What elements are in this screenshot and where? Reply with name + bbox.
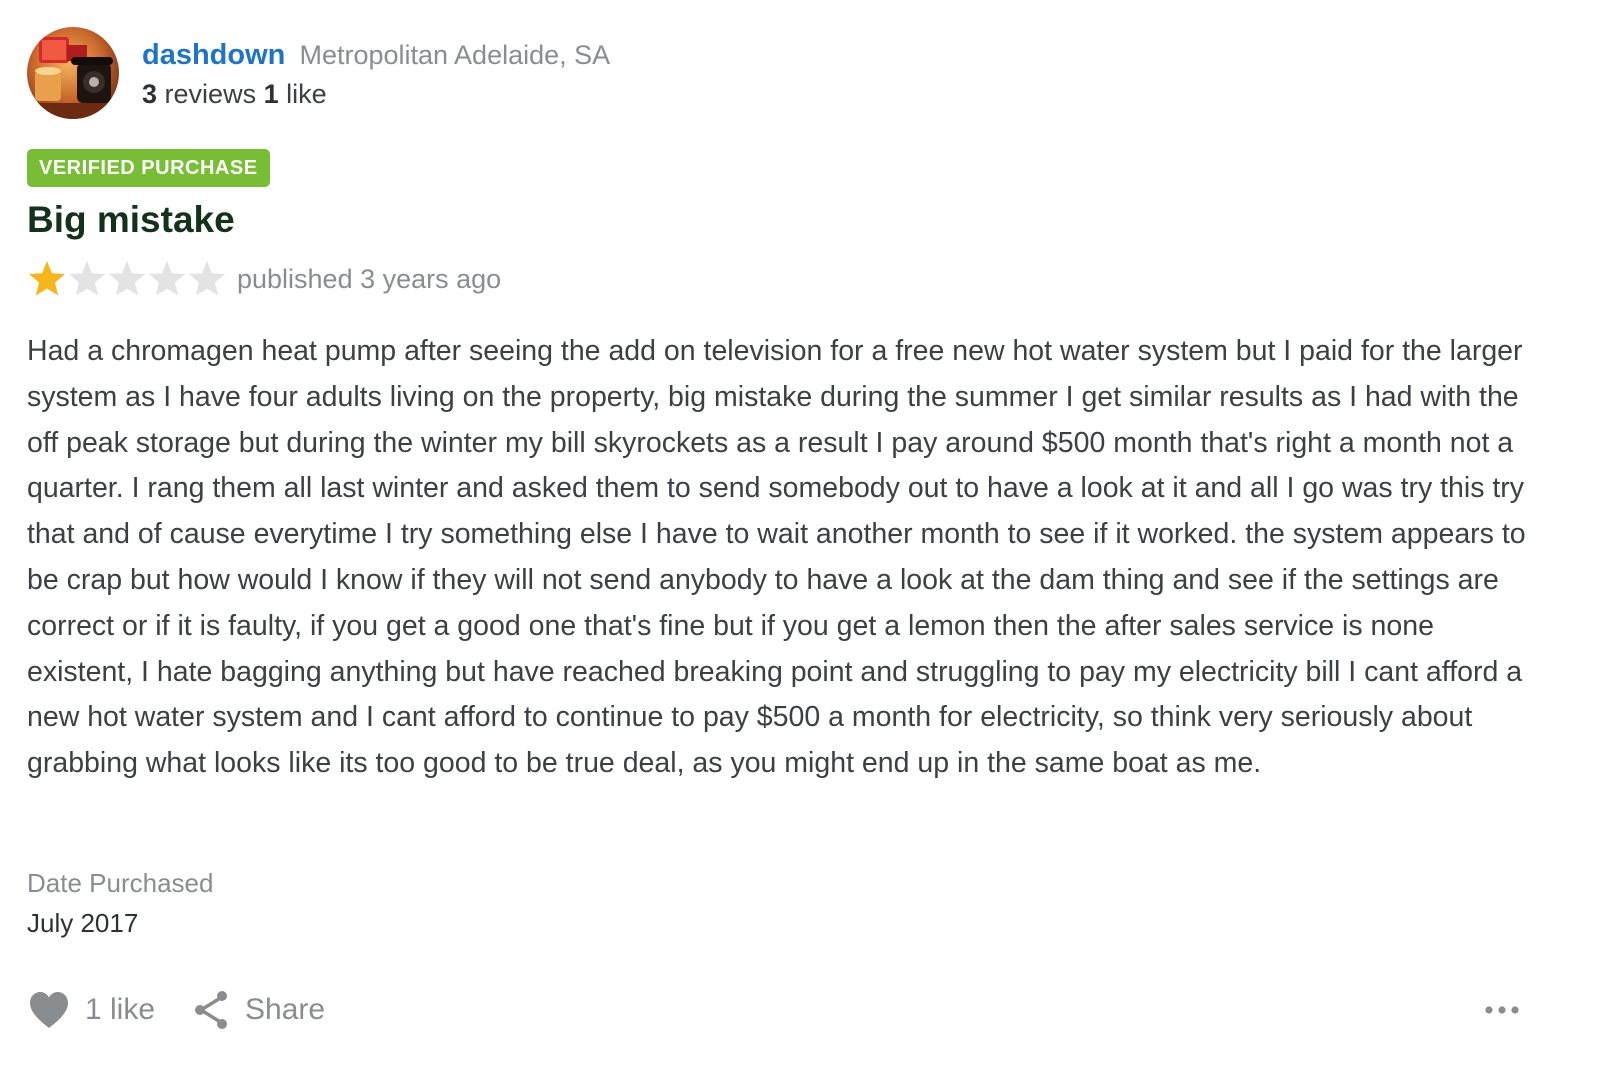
reviewer-location: Metropolitan Adelaide, SA: [299, 40, 611, 70]
purchase-info: Date Purchased July 2017: [27, 864, 213, 942]
reviewer-username[interactable]: dashdown: [142, 39, 285, 71]
review-actions: 1 like Share: [27, 986, 325, 1034]
star-empty-icon: [109, 261, 145, 296]
reviews-label: reviews: [164, 79, 257, 109]
more-options-button[interactable]: [1482, 996, 1522, 1024]
like-button[interactable]: 1 like: [27, 990, 155, 1030]
reviewer-info: dashdown Metropolitan Adelaide, SA 3 rev…: [142, 36, 610, 112]
avatar-photo-icon: [27, 27, 119, 119]
review-card: dashdown Metropolitan Adelaide, SA 3 rev…: [0, 0, 1600, 1089]
review-title: Big mistake: [27, 199, 235, 240]
verified-purchase-badge: VERIFIED PURCHASE: [27, 149, 270, 187]
star-empty-icon: [69, 261, 105, 296]
like-label: 1 like: [85, 993, 156, 1026]
date-purchased-value: July 2017: [27, 908, 139, 938]
likes-count: 1: [263, 79, 279, 109]
more-options-icon: [1485, 1006, 1519, 1014]
reviewer-name-line: dashdown Metropolitan Adelaide, SA: [142, 36, 610, 74]
share-icon: [195, 991, 228, 1029]
star-empty-icon: [189, 261, 225, 296]
reviewer-header: dashdown Metropolitan Adelaide, SA 3 rev…: [27, 27, 610, 119]
star-rating: [27, 258, 227, 300]
date-purchased-label: Date Purchased: [27, 868, 214, 898]
review-body: Had a chromagen heat pump after seeing t…: [27, 335, 1526, 780]
published-time: published 3 years ago: [237, 263, 502, 294]
likes-label: like: [286, 79, 327, 109]
share-label: Share: [245, 993, 326, 1026]
reviewer-stats: 3 reviews 1 like: [142, 76, 610, 112]
rating-row: published 3 years ago: [27, 258, 501, 300]
star-empty-icon: [149, 261, 185, 296]
avatar[interactable]: [27, 27, 119, 119]
heart-icon: [30, 992, 68, 1028]
reviews-count: 3: [142, 79, 158, 109]
share-button[interactable]: Share: [191, 989, 325, 1031]
star-filled-icon: [29, 261, 65, 296]
